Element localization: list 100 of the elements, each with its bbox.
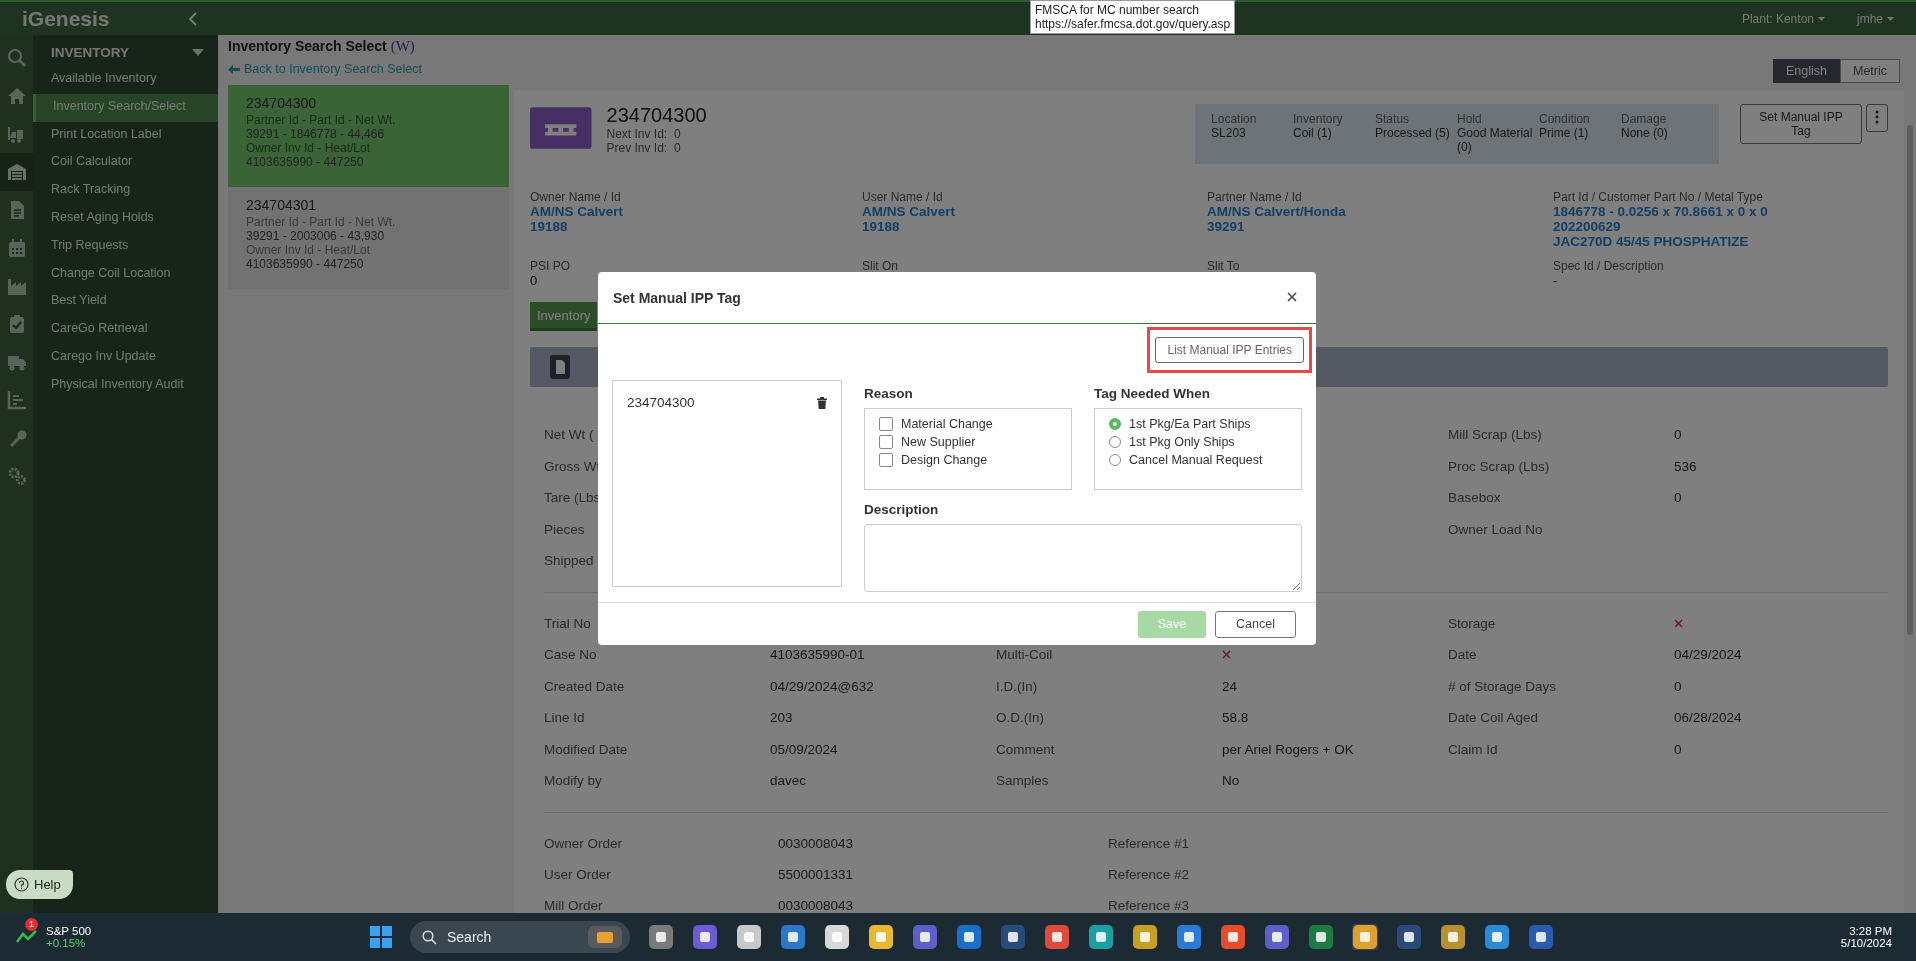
back-link[interactable]: Back to Inventory Search Select [244, 62, 422, 76]
checkbox-option[interactable]: Design Change [879, 453, 1057, 467]
field-value: 04/29/2024 [1674, 647, 1743, 663]
field-value: 203 [770, 710, 794, 726]
menu-item[interactable]: Change Coil Location [33, 260, 218, 289]
field-label: PSI PO [530, 259, 571, 273]
field-link[interactable]: 39291 [1207, 219, 1553, 234]
field-link[interactable]: 19188 [530, 219, 862, 234]
taskbar-search[interactable]: Search [410, 921, 630, 953]
field-label: Date [1448, 647, 1478, 663]
app-tile-icon[interactable] [736, 924, 762, 950]
app-tile-icon[interactable] [824, 924, 850, 950]
app-tile-icon[interactable] [956, 924, 982, 950]
field-label: Reference #3 [1108, 897, 1191, 913]
field-value: 0030008043 [778, 835, 855, 851]
menu-item[interactable]: Reset Aging Holds [33, 205, 218, 233]
unit-toggle[interactable]: Metric [1839, 59, 1900, 83]
app-tile-icon[interactable] [692, 924, 718, 950]
collapse-icon[interactable] [188, 11, 198, 26]
checkbox-option[interactable]: Material Change [879, 417, 1057, 431]
stock-chart-icon[interactable] [16, 927, 40, 944]
unit-toggle[interactable]: English [1772, 59, 1840, 83]
radio-option[interactable]: 1st Pkg/Ea Part Ships [1109, 417, 1287, 431]
pallet-icon [530, 106, 592, 150]
status-label: Location [1211, 112, 1258, 126]
logo[interactable]: iGenesis [22, 6, 110, 31]
field-link[interactable]: AM/NS Calvert [862, 204, 1207, 219]
field-label: User Order [544, 866, 612, 882]
app-tile-icon[interactable] [1264, 924, 1290, 950]
status-label: Hold [1457, 112, 1483, 126]
app-tile-icon[interactable] [648, 924, 674, 950]
field-label: Storage [1448, 615, 1497, 631]
trash-icon[interactable] [817, 396, 827, 409]
radio-option[interactable]: Cancel Manual Request [1109, 453, 1287, 467]
radio-option[interactable]: 1st Pkg Only Ships [1109, 435, 1287, 449]
menu-item[interactable]: Trip Requests [33, 232, 218, 261]
field-link[interactable]: AM/NS Calvert [530, 204, 862, 219]
field-label: Slit To [1207, 259, 1241, 273]
field-value: 5500001331 [778, 866, 855, 882]
menu-item[interactable]: Available Inventory [33, 66, 218, 94]
help-button[interactable]: Help [6, 870, 73, 899]
description-field[interactable] [864, 524, 1302, 592]
menu-item[interactable]: Physical Inventory Audit [33, 371, 218, 400]
field-label: Partner Name / Id [1207, 190, 1303, 204]
cancel-button[interactable]: Cancel [1215, 610, 1296, 638]
field-value: 0 [1674, 741, 1683, 757]
app-tile-icon[interactable] [1132, 924, 1158, 950]
app-tile-icon[interactable] [1352, 924, 1378, 950]
app-tile-icon[interactable] [780, 924, 806, 950]
app-tile-icon[interactable] [1044, 924, 1070, 950]
tooltip-title: FMSCA for MC number search [1035, 3, 1201, 17]
field-link[interactable]: JAC270D 45/45 PHOSPHATIZE [1553, 234, 1888, 249]
menu-item[interactable]: Coil Calculator [33, 149, 218, 178]
app-tile-icon[interactable] [868, 924, 894, 950]
close-icon [1287, 292, 1297, 302]
app-tile-icon[interactable] [1396, 924, 1422, 950]
field-label: Owner Order [544, 835, 624, 851]
menu-item[interactable]: Best Yield [33, 288, 218, 317]
app-tile-icon[interactable] [1440, 924, 1466, 950]
plant-dropdown[interactable]: Plant: Kenton [1741, 11, 1825, 26]
document-icon[interactable] [550, 355, 570, 379]
app-tile-icon[interactable] [1220, 924, 1246, 950]
caret-icon[interactable] [192, 48, 204, 57]
field-link[interactable]: 1846778 - 0.0256 x 70.8661 x 0 x 0 [1553, 204, 1888, 219]
menu-item[interactable]: Rack Tracking [33, 177, 218, 205]
menu-item[interactable]: CareGo Retrieval [33, 316, 218, 344]
menu-item[interactable]: Carego Inv Update [33, 343, 218, 372]
home-icon [6, 86, 27, 106]
field-label: Mill Scrap (Lbs) [1448, 427, 1543, 443]
app-tile-icon[interactable] [1528, 924, 1554, 950]
inventory-id: 234704300 [246, 95, 318, 111]
field-label: Modify by [544, 773, 603, 789]
app-tile-icon[interactable] [1308, 924, 1334, 950]
app-tile-icon[interactable] [1000, 924, 1026, 950]
windows-start-icon[interactable] [370, 926, 392, 948]
field-label: User Name / Id [862, 190, 944, 204]
app-tile-icon[interactable] [1176, 924, 1202, 950]
field-value: No [1222, 773, 1241, 789]
field-link[interactable]: AM/NS Calvert/Honda [1207, 204, 1553, 219]
menu-item[interactable]: Print Location Label [33, 121, 218, 150]
set-tag-button[interactable]: Set Manual IPP Tag [1740, 104, 1862, 144]
field-label: Slit On [862, 259, 899, 273]
menu-item[interactable]: Inventory Search/Select [33, 93, 218, 122]
field-value: davec [770, 773, 808, 789]
checkbox-option[interactable]: New Supplier [879, 435, 1057, 449]
menu-title[interactable]: INVENTORY [51, 45, 129, 60]
app-tile-icon[interactable] [912, 924, 938, 950]
status-value: Good Material (0) [1457, 126, 1534, 154]
user-menu[interactable]: jmhe [1857, 11, 1894, 26]
field-link[interactable]: 19188 [862, 219, 1207, 234]
tab[interactable]: Inventory [530, 302, 598, 331]
more-button[interactable] [1866, 104, 1888, 132]
field-value: 0 [1674, 678, 1683, 694]
app-tile-icon[interactable] [1484, 924, 1510, 950]
field-label: Created Date [544, 678, 626, 694]
next-id: Next Inv Id: 0 [606, 127, 682, 141]
field-link[interactable]: 202200629 [1553, 219, 1888, 234]
field-value: - [1553, 273, 1559, 288]
app-tile-icon[interactable] [1088, 924, 1114, 950]
list-entries-button[interactable]: List Manual IPP Entries [1155, 337, 1304, 363]
